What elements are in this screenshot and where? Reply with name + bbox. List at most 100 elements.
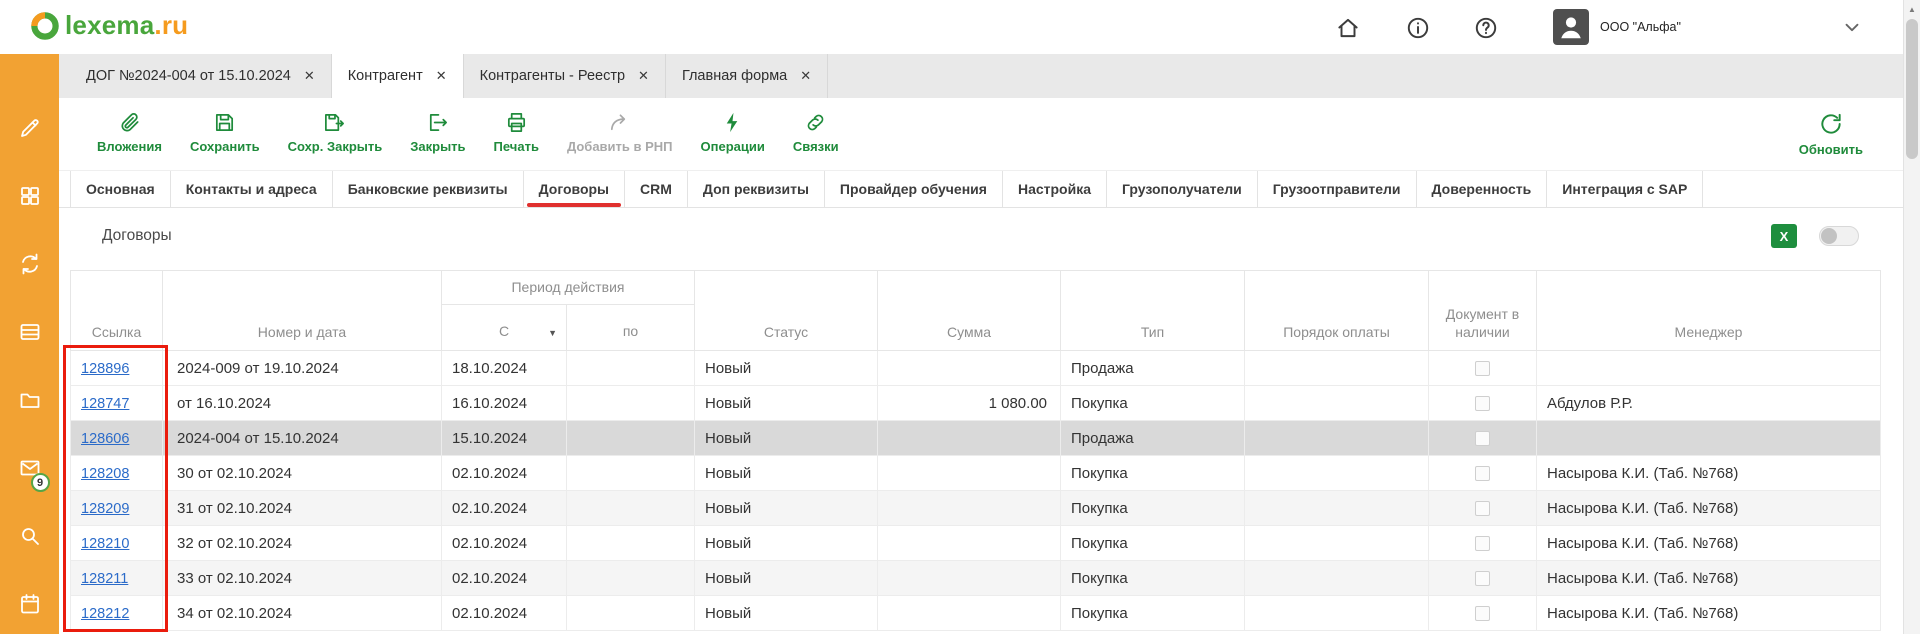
calendar-icon: [18, 592, 42, 616]
tab-close-icon[interactable]: ✕: [800, 68, 811, 84]
contract-link[interactable]: 128208: [81, 466, 129, 482]
save-close-button[interactable]: Сохр. Закрыть: [278, 109, 393, 156]
tab-close-icon[interactable]: ✕: [436, 68, 447, 84]
col-header-type[interactable]: Тип: [1061, 271, 1245, 351]
subtab-provider-obucheniya[interactable]: Провайдер обучения: [825, 171, 1003, 207]
document-checkbox[interactable]: [1475, 431, 1490, 446]
subtab-gruzopoluchateli[interactable]: Грузополучатели: [1107, 171, 1258, 207]
contract-link[interactable]: 128210: [81, 536, 129, 552]
company-name[interactable]: ООО "Альфа": [1600, 0, 1681, 54]
scrollbar-thumb[interactable]: [1906, 19, 1918, 159]
subtab-integraciya-sap[interactable]: Интеграция с SAP: [1547, 171, 1703, 207]
table-row[interactable]: 128209 31 от 02.10.2024 02.10.2024 Новый…: [71, 491, 1881, 526]
section-header: Договоры X: [59, 208, 1903, 264]
amount-cell: [878, 596, 1061, 631]
contract-link[interactable]: 128209: [81, 501, 129, 517]
excel-export-button[interactable]: X: [1771, 224, 1797, 248]
document-checkbox[interactable]: [1475, 536, 1490, 551]
tab-glavnaya-forma[interactable]: Главная форма✕: [666, 54, 828, 98]
subtab-kontakty-i-adresa[interactable]: Контакты и адреса: [171, 171, 333, 207]
grid-settings-toggle[interactable]: [1819, 226, 1859, 246]
sidebar-calendar-button[interactable]: [18, 592, 42, 616]
sidebar-modules-button[interactable]: [18, 184, 42, 208]
status-cell: Новый: [695, 351, 878, 386]
user-avatar[interactable]: [1553, 9, 1589, 45]
col-header-link[interactable]: Ссылка: [71, 271, 163, 351]
lexema-logo[interactable]: lexema.ru: [30, 10, 188, 41]
sidebar-sync-button[interactable]: [18, 252, 42, 276]
subtab-crm[interactable]: CRM: [625, 171, 688, 207]
subtab-doverennost[interactable]: Доверенность: [1417, 171, 1548, 207]
col-header-document[interactable]: Документ в наличии: [1429, 271, 1537, 351]
col-header-number[interactable]: Номер и дата: [163, 271, 442, 351]
table-row[interactable]: 128212 34 от 02.10.2024 02.10.2024 Новый…: [71, 596, 1881, 631]
table-row[interactable]: 128896 2024-009 от 19.10.2024 18.10.2024…: [71, 351, 1881, 386]
attachments-button[interactable]: Вложения: [87, 109, 172, 156]
home-button[interactable]: [1335, 15, 1361, 41]
col-header-payment[interactable]: Порядок оплаты: [1245, 271, 1429, 351]
subtab-osnovnaya[interactable]: Основная: [70, 171, 171, 207]
subtab-dop-rekvizity[interactable]: Доп реквизиты: [688, 171, 825, 207]
contract-link[interactable]: 128606: [81, 431, 129, 447]
account-menu-button[interactable]: [1841, 16, 1863, 38]
tab-close-icon[interactable]: ✕: [638, 68, 649, 84]
document-checkbox[interactable]: [1475, 396, 1490, 411]
col-header-date-to[interactable]: по: [567, 305, 695, 351]
payment-cell: [1245, 421, 1429, 456]
amount-cell: [878, 456, 1061, 491]
sidebar-search-button[interactable]: [18, 524, 42, 548]
date-from-cell: 02.10.2024: [442, 596, 567, 631]
tab-close-icon[interactable]: ✕: [304, 68, 315, 84]
sidebar-list-button[interactable]: [18, 320, 42, 344]
add-rnp-button[interactable]: Добавить в РНП: [557, 109, 683, 156]
subtab-gruzootpraviteli[interactable]: Грузоотправители: [1258, 171, 1417, 207]
lightning-icon: [721, 111, 744, 134]
save-button[interactable]: Сохранить: [180, 109, 270, 156]
tab-contract-doc[interactable]: ДОГ №2024-004 от 15.10.2024✕: [70, 54, 332, 98]
subtab-nastroyka[interactable]: Настройка: [1003, 171, 1107, 207]
table-row[interactable]: 128210 32 от 02.10.2024 02.10.2024 Новый…: [71, 526, 1881, 561]
col-header-manager[interactable]: Менеджер: [1537, 271, 1881, 351]
scroll-up-arrow[interactable]: ▲: [1904, 2, 1920, 16]
links-button[interactable]: Связки: [783, 109, 849, 156]
sidebar-mail-button[interactable]: 9: [18, 456, 42, 480]
subtab-dogovory[interactable]: Договоры: [524, 171, 625, 207]
contract-link[interactable]: 128211: [81, 571, 128, 587]
sort-desc-icon[interactable]: ▼: [548, 328, 557, 339]
close-button[interactable]: Закрыть: [400, 109, 475, 156]
document-checkbox[interactable]: [1475, 501, 1490, 516]
help-button[interactable]: [1473, 15, 1499, 41]
operations-button[interactable]: Операции: [691, 109, 775, 156]
date-to-cell: [567, 351, 695, 386]
contract-link[interactable]: 128896: [81, 361, 129, 377]
sidebar-folder-button[interactable]: [18, 388, 42, 412]
contract-link[interactable]: 128747: [81, 396, 129, 412]
help-icon: [1473, 15, 1499, 41]
refresh-button[interactable]: Обновить: [1789, 109, 1873, 159]
date-from-cell: 02.10.2024: [442, 561, 567, 596]
info-button[interactable]: [1405, 15, 1431, 41]
table-row[interactable]: 128747 от 16.10.2024 16.10.2024 Новый 1 …: [71, 386, 1881, 421]
col-header-status[interactable]: Статус: [695, 271, 878, 351]
col-header-amount[interactable]: Сумма: [878, 271, 1061, 351]
date-from-cell: 18.10.2024: [442, 351, 567, 386]
table-row[interactable]: 128211 33 от 02.10.2024 02.10.2024 Новый…: [71, 561, 1881, 596]
document-checkbox[interactable]: [1475, 361, 1490, 376]
document-checkbox[interactable]: [1475, 606, 1490, 621]
table-row-selected[interactable]: 128606 2024-004 от 15.10.2024 15.10.2024…: [71, 421, 1881, 456]
number-cell: от 16.10.2024: [163, 386, 442, 421]
document-checkbox[interactable]: [1475, 571, 1490, 586]
folder-icon: [18, 388, 42, 412]
vertical-scrollbar: ▲: [1903, 0, 1920, 634]
col-header-date-from[interactable]: С▼: [442, 305, 567, 351]
document-checkbox[interactable]: [1475, 466, 1490, 481]
table-row[interactable]: 128208 30 от 02.10.2024 02.10.2024 Новый…: [71, 456, 1881, 491]
sidebar-edit-button[interactable]: [18, 116, 42, 140]
status-cell: Новый: [695, 596, 878, 631]
home-icon: [1335, 15, 1361, 41]
print-button[interactable]: Печать: [484, 109, 549, 156]
contract-link[interactable]: 128212: [81, 606, 129, 622]
tab-kontragent[interactable]: Контрагент✕: [332, 54, 464, 98]
tab-kontragenty-reestr[interactable]: Контрагенты - Реестр✕: [464, 54, 666, 98]
subtab-bankovskie-rekvizity[interactable]: Банковские реквизиты: [333, 171, 524, 207]
